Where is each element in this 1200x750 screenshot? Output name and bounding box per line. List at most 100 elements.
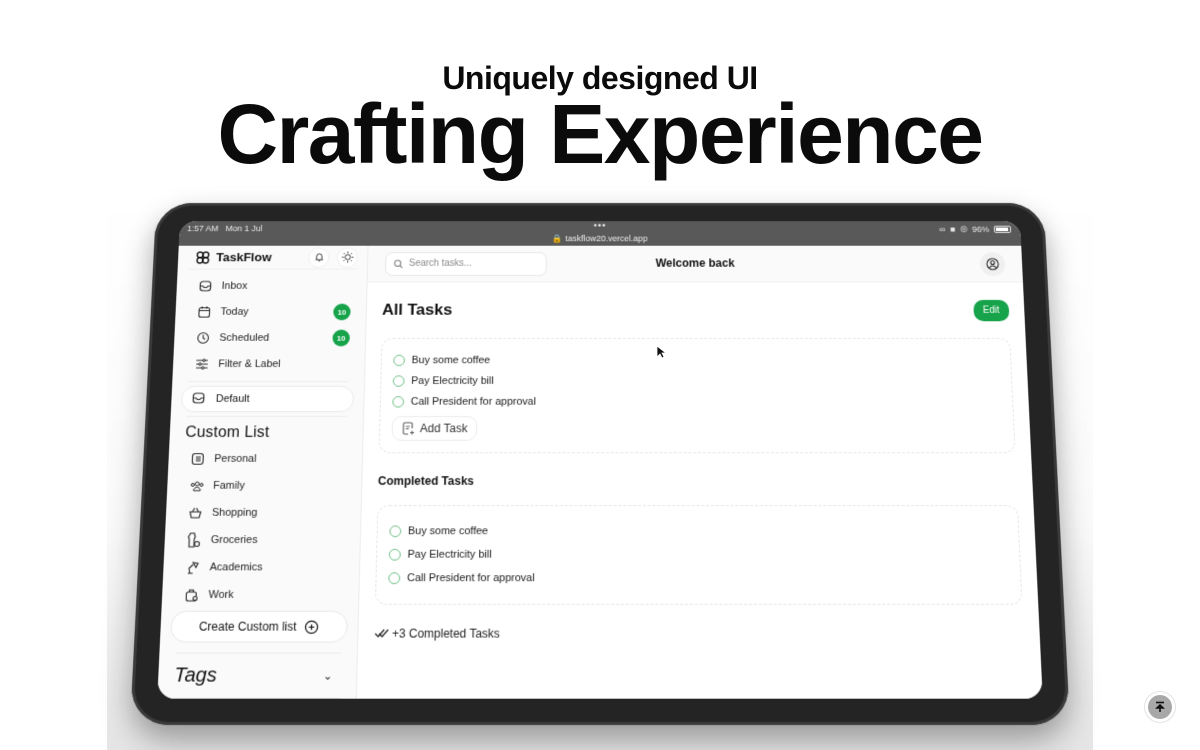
sidebar-item-scheduled[interactable]: Scheduled 10 <box>183 325 356 351</box>
completed-tasks-card: Buy some coffee Pay Electricity bill Cal… <box>374 505 1023 605</box>
tags-heading: Tags <box>173 664 218 687</box>
completed-task-item[interactable]: Call President for approval <box>388 566 1009 590</box>
theme-toggle-button[interactable] <box>336 247 359 268</box>
add-task-button[interactable]: Add Task <box>391 416 478 441</box>
sidebar-item-academics[interactable]: Academics <box>173 554 350 581</box>
search-input[interactable]: Search tasks... <box>384 251 547 276</box>
active-tasks-card: Buy some coffee Pay Electricity bill Cal… <box>378 337 1016 454</box>
taskflow-logo-icon <box>195 250 211 265</box>
sidebar-item-family[interactable]: Family <box>176 472 351 499</box>
sun-icon <box>341 251 354 263</box>
sidebar-item-label: Today <box>220 306 249 318</box>
tags-section-toggle[interactable]: Tags ⌄ <box>167 658 346 694</box>
top-bar: Search tasks... Welcome back <box>367 245 1023 283</box>
tasks-panel: All Tasks Edit Buy some coffee Pay Elect… <box>358 282 1041 656</box>
double-check-icon <box>374 628 390 640</box>
divider <box>175 652 342 654</box>
mouse-cursor-icon <box>656 345 666 359</box>
bell-icon <box>313 252 324 262</box>
completed-task-item[interactable]: Buy some coffee <box>389 520 1007 543</box>
task-label: Call President for approval <box>410 396 536 408</box>
task-checkbox[interactable] <box>392 396 405 408</box>
arrow-up-to-line-icon <box>1155 701 1165 712</box>
tablet-device: 1:57 AM Mon 1 Jul ••• 🔒 taskflow20.verce… <box>130 180 1070 725</box>
link-icon: ∞ <box>939 224 946 234</box>
clock-icon <box>195 331 211 346</box>
count-badge: 10 <box>333 303 351 321</box>
groceries-icon <box>186 532 202 548</box>
sidebar-item-today[interactable]: Today 10 <box>185 299 357 325</box>
sidebar-item-inbox[interactable]: Inbox <box>186 273 358 299</box>
inbox-icon <box>197 279 213 294</box>
hero-title: Crafting Experience <box>217 87 984 181</box>
users-icon <box>188 478 204 493</box>
briefcase-icon <box>184 587 200 603</box>
create-custom-list-button[interactable]: Create Custom list <box>169 610 349 643</box>
sidebar-item-label: Default <box>215 393 250 405</box>
page: Uniquely designed UI Crafting Experience… <box>0 0 1200 750</box>
notifications-button[interactable] <box>308 247 330 268</box>
sidebar: TaskFlow Inbox Today 10 Scheduled 10 Fil… <box>157 245 369 699</box>
add-note-icon <box>401 422 415 435</box>
edit-button[interactable]: Edit <box>972 299 1010 321</box>
sidebar-item-label: Academics <box>209 561 263 574</box>
scroll-to-top-button[interactable] <box>1148 695 1172 719</box>
task-label: Pay Electricity bill <box>411 375 494 387</box>
main-content: Search tasks... Welcome back All Tasks E… <box>356 245 1043 699</box>
brand: TaskFlow <box>187 245 359 270</box>
sidebar-item-label: Filter & Label <box>218 358 281 370</box>
list-icon <box>190 451 206 466</box>
sidebar-item-label: Shopping <box>211 507 258 519</box>
sidebar-item-label: Groceries <box>210 534 258 546</box>
task-checkbox[interactable] <box>392 375 405 387</box>
location-icon: ◎ <box>959 223 968 233</box>
sidebar-item-shopping[interactable]: Shopping <box>175 499 351 526</box>
search-placeholder: Search tasks... <box>408 258 472 269</box>
inbox-icon <box>191 391 207 406</box>
calendar-icon <box>196 305 212 320</box>
task-item[interactable]: Call President for approval <box>392 391 1001 412</box>
task-checkbox[interactable] <box>388 572 401 585</box>
chevron-down-icon: ⌄ <box>323 670 333 683</box>
tablet-frame: 1:57 AM Mon 1 Jul ••• 🔒 taskflow20.verce… <box>130 203 1070 725</box>
divider <box>173 697 340 699</box>
sidebar-item-label: Scheduled <box>219 332 270 344</box>
user-circle-icon <box>986 257 1000 270</box>
task-checkbox[interactable] <box>389 525 402 538</box>
sliders-icon <box>194 357 210 372</box>
battery-icon <box>993 225 1012 233</box>
task-checkbox[interactable] <box>393 354 406 367</box>
task-item[interactable]: Pay Electricity bill <box>392 371 1001 392</box>
task-label: Buy some coffee <box>407 525 489 538</box>
sidebar-item-label: Inbox <box>221 280 248 292</box>
url-bar[interactable]: 🔒 taskflow20.vercel.app <box>552 234 647 244</box>
task-label: Pay Electricity bill <box>407 548 492 561</box>
profile-button[interactable] <box>979 251 1006 276</box>
sidebar-item-label: Family <box>212 480 245 492</box>
sidebar-item-work[interactable]: Work <box>171 581 349 609</box>
task-item[interactable]: Buy some coffee <box>393 350 999 371</box>
completed-task-item[interactable]: Pay Electricity bill <box>388 543 1008 566</box>
page-title: All Tasks <box>381 300 453 319</box>
status-icons: ∞ ■ ◎ 96% <box>939 223 1012 234</box>
search-icon <box>394 259 404 268</box>
task-checkbox[interactable] <box>388 548 401 561</box>
more-completed-link[interactable]: +3 Completed Tasks <box>374 627 1024 641</box>
status-time: 1:57 AM Mon 1 Jul <box>186 223 263 233</box>
count-badge: 10 <box>332 329 351 347</box>
divider <box>187 381 349 383</box>
add-task-label: Add Task <box>419 421 468 436</box>
battery-percent: 96% <box>971 224 990 234</box>
sidebar-item-personal[interactable]: Personal <box>178 446 353 473</box>
lamp-icon <box>185 560 201 576</box>
brand-name: TaskFlow <box>215 250 272 265</box>
status-bar: 1:57 AM Mon 1 Jul ••• 🔒 taskflow20.verce… <box>178 221 1022 246</box>
alarm-icon: ■ <box>949 224 956 234</box>
sidebar-item-default[interactable]: Default <box>180 385 355 413</box>
task-label: Call President for approval <box>406 572 535 585</box>
create-custom-list-label: Create Custom list <box>198 619 297 634</box>
browser-menu-dots[interactable]: ••• <box>594 221 607 231</box>
sidebar-item-groceries[interactable]: Groceries <box>174 526 350 553</box>
task-label: Buy some coffee <box>411 354 491 367</box>
sidebar-item-filter-label[interactable]: Filter & Label <box>182 351 355 377</box>
